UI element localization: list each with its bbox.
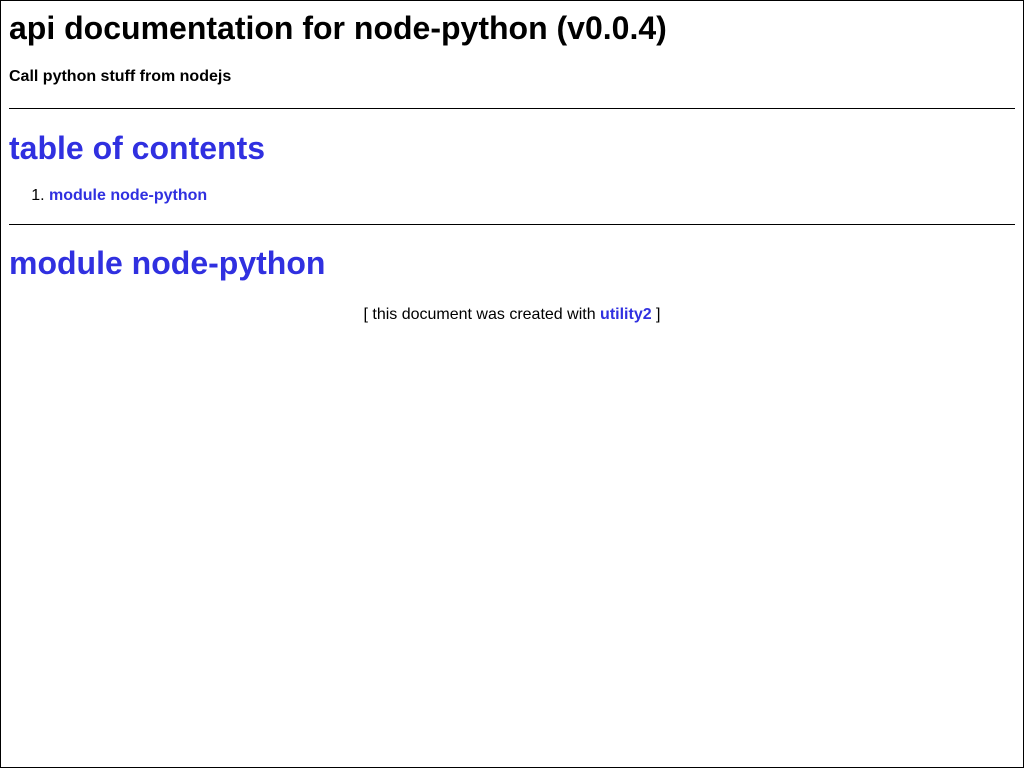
- page-description: Call python stuff from nodejs: [9, 68, 232, 85]
- divider-top: [9, 108, 1015, 109]
- toc-link-module-node-python[interactable]: module node-python: [49, 187, 207, 204]
- footer-prefix: [ this document was created with: [363, 306, 601, 323]
- toc-item: module node-python: [49, 187, 1015, 205]
- divider-bottom: [9, 224, 1015, 225]
- utility2-link[interactable]: utility2: [600, 306, 652, 323]
- toc-list: module node-python: [9, 187, 1015, 205]
- footer-suffix: ]: [651, 306, 661, 323]
- document-page: api documentation for node-python (v0.0.…: [0, 0, 1024, 768]
- toc-title: table of contents: [9, 130, 266, 166]
- footer-credit: [ this document was created with utility…: [1, 306, 1023, 324]
- module-title: module node-python: [9, 245, 326, 281]
- page-title: api documentation for node-python (v0.0.…: [9, 10, 667, 46]
